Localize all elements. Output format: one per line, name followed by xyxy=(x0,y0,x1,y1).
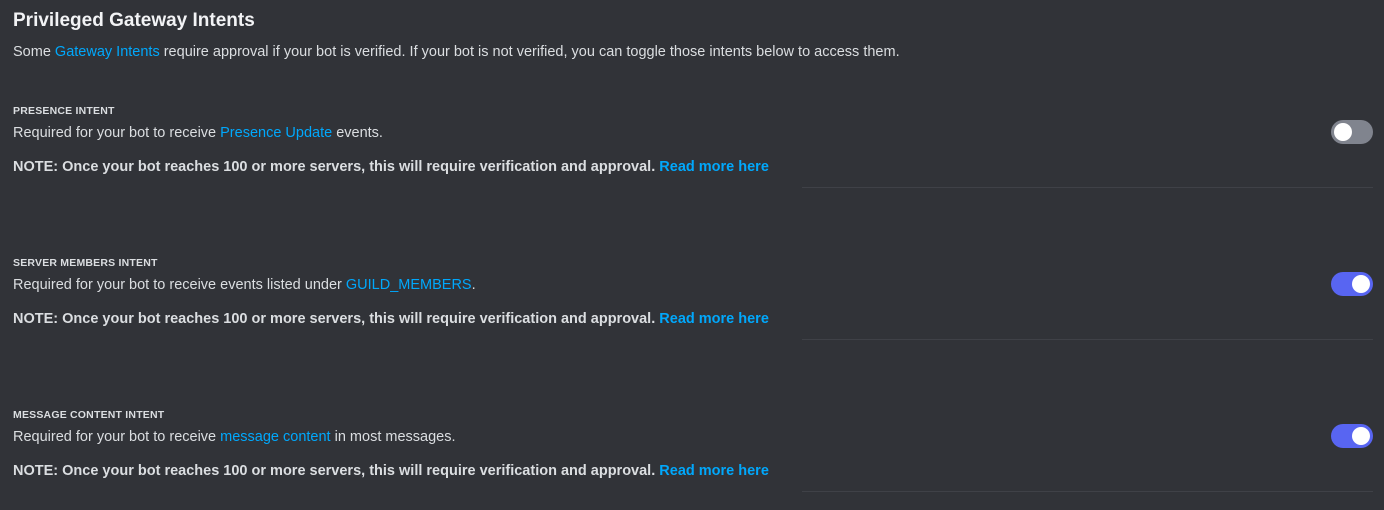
presence-update-link[interactable]: Presence Update xyxy=(220,125,332,141)
toggle-knob xyxy=(1334,123,1352,141)
guild-members-link[interactable]: GUILD_MEMBERS xyxy=(346,277,472,293)
toggle-knob xyxy=(1352,427,1370,445)
message-content-link[interactable]: message content xyxy=(220,429,330,445)
toggle-knob xyxy=(1352,275,1370,293)
privileged-intents-panel: Privileged Gateway Intents Some Gateway … xyxy=(0,0,1384,510)
divider xyxy=(802,187,1373,188)
intent-desc-text-before: Required for your bot to receive xyxy=(13,429,221,445)
page-desc-text-after: require approval if your bot is verified… xyxy=(159,44,900,60)
page-desc-text-before: Some xyxy=(13,44,55,60)
presence-intent-toggle[interactable] xyxy=(1331,120,1373,144)
page-title: Privileged Gateway Intents xyxy=(13,10,255,31)
intent-description: Required for your bot to receive message… xyxy=(13,427,456,447)
intent-server-members: SERVER MEMBERS INTENT Required for your … xyxy=(13,256,1373,348)
intent-description: Required for your bot to receive Presenc… xyxy=(13,123,383,143)
intent-label: MESSAGE CONTENT INTENT xyxy=(13,409,165,421)
message-content-intent-toggle[interactable] xyxy=(1331,424,1373,448)
intent-presence: PRESENCE INTENT Required for your bot to… xyxy=(13,104,1373,196)
intent-note-text: NOTE: Once your bot reaches 100 or more … xyxy=(13,311,656,327)
read-more-link[interactable]: Read more here xyxy=(659,463,769,479)
intent-desc-text-after: events. xyxy=(332,125,383,141)
intent-desc-text-after: in most messages. xyxy=(330,429,456,445)
intent-note: NOTE: Once your bot reaches 100 or more … xyxy=(13,157,769,177)
intent-note-text: NOTE: Once your bot reaches 100 or more … xyxy=(13,159,656,175)
intent-label: PRESENCE INTENT xyxy=(13,105,115,117)
read-more-link[interactable]: Read more here xyxy=(659,311,769,327)
intent-note: NOTE: Once your bot reaches 100 or more … xyxy=(13,309,769,329)
intent-note-text: NOTE: Once your bot reaches 100 or more … xyxy=(13,463,656,479)
read-more-link[interactable]: Read more here xyxy=(659,159,769,175)
divider xyxy=(802,339,1373,340)
intent-desc-text-before: Required for your bot to receive xyxy=(13,125,221,141)
intent-desc-text-after: . xyxy=(471,277,476,293)
intent-note: NOTE: Once your bot reaches 100 or more … xyxy=(13,461,769,481)
intent-message-content: MESSAGE CONTENT INTENT Required for your… xyxy=(13,408,1373,500)
page-description: Some Gateway Intents require approval if… xyxy=(13,42,900,62)
gateway-intents-link[interactable]: Gateway Intents xyxy=(55,44,160,60)
server-members-intent-toggle[interactable] xyxy=(1331,272,1373,296)
intent-desc-text-before: Required for your bot to receive events … xyxy=(13,277,346,293)
intent-description: Required for your bot to receive events … xyxy=(13,275,476,295)
divider xyxy=(802,491,1373,492)
intent-label: SERVER MEMBERS INTENT xyxy=(13,257,158,269)
